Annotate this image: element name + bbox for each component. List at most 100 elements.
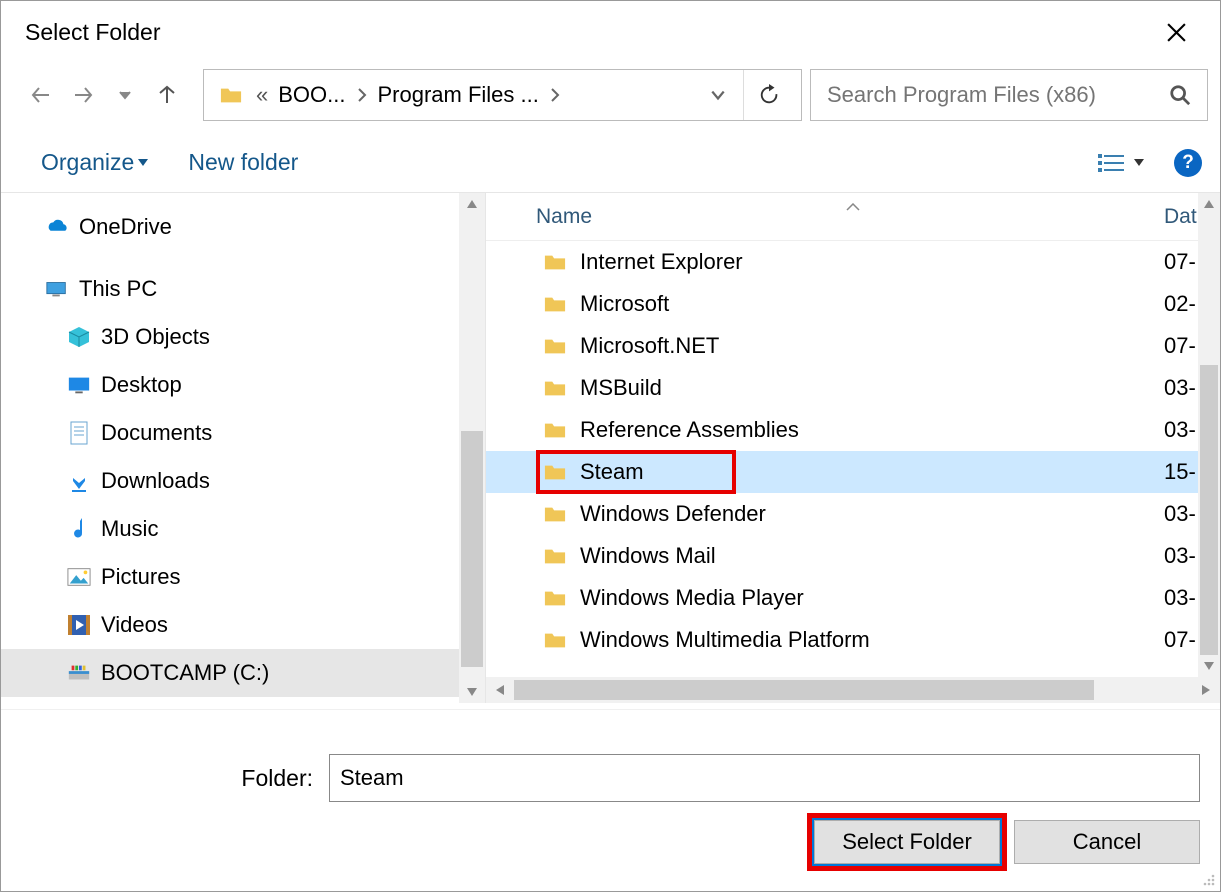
breadcrumb-seg-1[interactable]: BOO... xyxy=(274,82,349,108)
file-name: Windows Media Player xyxy=(580,585,1164,611)
tree-item-music[interactable]: Music xyxy=(1,505,485,553)
close-button[interactable] xyxy=(1152,8,1200,56)
scroll-thumb[interactable] xyxy=(1200,365,1218,655)
desktop-icon xyxy=(67,374,91,396)
tree-scrollbar[interactable] xyxy=(459,193,485,703)
footer: Folder: Select Folder Cancel xyxy=(1,709,1220,891)
recent-dropdown[interactable] xyxy=(107,77,143,113)
tree-item-label: Videos xyxy=(101,612,168,638)
cancel-button[interactable]: Cancel xyxy=(1014,820,1200,864)
scroll-thumb[interactable] xyxy=(514,680,1094,700)
tree-item-label: OneDrive xyxy=(79,214,172,240)
tree-item-desktop[interactable]: Desktop xyxy=(1,361,485,409)
tree-item-label: 3D Objects xyxy=(101,324,210,350)
file-row[interactable]: Windows Defender03- xyxy=(486,493,1220,535)
pc-icon xyxy=(45,278,69,300)
file-name: Windows Defender xyxy=(580,501,1164,527)
pictures-icon xyxy=(67,566,91,588)
scroll-down-icon[interactable] xyxy=(1198,655,1220,677)
folder-name-input[interactable] xyxy=(329,754,1200,802)
help-button[interactable]: ? xyxy=(1174,149,1202,177)
nav-row: « BOO... Program Files ... xyxy=(1,63,1220,133)
breadcrumb-seg-2[interactable]: Program Files ... xyxy=(374,82,543,108)
file-name: Reference Assemblies xyxy=(580,417,1164,443)
organize-label: Organize xyxy=(41,149,134,176)
file-row[interactable]: Microsoft.NET07- xyxy=(486,325,1220,367)
file-vscrollbar[interactable] xyxy=(1198,193,1220,677)
docs-icon xyxy=(67,422,91,444)
file-name: Internet Explorer xyxy=(580,249,1164,275)
tree-item-downloads[interactable]: Downloads xyxy=(1,457,485,505)
tree-item-label: Music xyxy=(101,516,158,542)
file-row[interactable]: Internet Explorer07- xyxy=(486,241,1220,283)
search-input[interactable] xyxy=(827,70,1169,120)
tree-item-label: BOOTCAMP (C:) xyxy=(101,660,269,686)
tree-item-pictures[interactable]: Pictures xyxy=(1,553,485,601)
chevron-right-icon xyxy=(543,87,567,103)
file-row[interactable]: Steam15- xyxy=(486,451,1220,493)
search-icon xyxy=(1169,84,1191,106)
tree-item-onedrive[interactable]: OneDrive xyxy=(1,203,485,251)
address-history-dropdown[interactable] xyxy=(693,70,743,120)
new-folder-button[interactable]: New folder xyxy=(188,149,298,176)
downloads-icon xyxy=(67,470,91,492)
3d-icon xyxy=(67,326,91,348)
search-box[interactable] xyxy=(810,69,1208,121)
file-hscrollbar[interactable] xyxy=(486,677,1220,703)
onedrive-icon xyxy=(45,216,69,238)
nav-tree: OneDrive This PC 3D Objects Desktop Document… xyxy=(1,193,485,703)
body: OneDrive This PC 3D Objects Desktop Document… xyxy=(1,193,1220,703)
file-row[interactable]: Windows Multimedia Platform07- xyxy=(486,619,1220,661)
resize-grip-icon[interactable] xyxy=(1200,871,1216,887)
tree-item-this-pc[interactable]: This PC xyxy=(1,265,485,313)
folder-icon xyxy=(220,85,242,105)
file-name: MSBuild xyxy=(580,375,1164,401)
chevron-right-icon xyxy=(350,87,374,103)
chevron-down-icon xyxy=(138,159,148,167)
scroll-left-icon[interactable] xyxy=(486,677,514,703)
file-row[interactable]: Reference Assemblies03- xyxy=(486,409,1220,451)
help-icon: ? xyxy=(1182,152,1194,174)
toolbar: Organize New folder ? xyxy=(1,133,1220,193)
column-headers: Name Dat xyxy=(486,193,1220,241)
button-row: Select Folder Cancel xyxy=(1,812,1220,872)
new-folder-label: New folder xyxy=(188,149,298,176)
refresh-button[interactable] xyxy=(743,70,793,120)
file-row[interactable]: Microsoft02- xyxy=(486,283,1220,325)
view-mode-button[interactable] xyxy=(1098,152,1144,174)
breadcrumb-prefix: « xyxy=(250,82,274,108)
sort-indicator-icon xyxy=(846,193,860,217)
scroll-down-icon[interactable] xyxy=(459,681,485,703)
scroll-right-icon[interactable] xyxy=(1192,677,1220,703)
list-view-icon xyxy=(1098,152,1126,174)
scroll-up-icon[interactable] xyxy=(1198,193,1220,215)
forward-button[interactable] xyxy=(65,77,101,113)
videos-icon xyxy=(67,614,91,636)
file-name: Microsoft.NET xyxy=(580,333,1164,359)
folder-name-row: Folder: xyxy=(1,710,1220,812)
tree-item-label: This PC xyxy=(79,276,157,302)
file-row[interactable]: Windows Mail03- xyxy=(486,535,1220,577)
organize-menu[interactable]: Organize xyxy=(41,149,148,176)
address-bar[interactable]: « BOO... Program Files ... xyxy=(203,69,802,121)
back-button[interactable] xyxy=(23,77,59,113)
file-row[interactable]: Windows Media Player03- xyxy=(486,577,1220,619)
drive-icon xyxy=(67,662,91,684)
tree-item-3d-objects[interactable]: 3D Objects xyxy=(1,313,485,361)
folder-label: Folder: xyxy=(21,765,321,792)
title-bar: Select Folder xyxy=(1,1,1220,63)
select-folder-button[interactable]: Select Folder xyxy=(814,820,1000,864)
tree-item-bootcamp-c-[interactable]: BOOTCAMP (C:) xyxy=(1,649,485,697)
tree-item-label: Pictures xyxy=(101,564,180,590)
scroll-thumb[interactable] xyxy=(461,431,483,667)
chevron-down-icon xyxy=(1134,159,1144,167)
file-name: Windows Multimedia Platform xyxy=(580,627,1164,653)
scroll-up-icon[interactable] xyxy=(459,193,485,215)
tree-item-documents[interactable]: Documents xyxy=(1,409,485,457)
file-row[interactable]: MSBuild03- xyxy=(486,367,1220,409)
up-button[interactable] xyxy=(149,77,185,113)
tree-item-label: Documents xyxy=(101,420,212,446)
tree-item-videos[interactable]: Videos xyxy=(1,601,485,649)
nav-arrows xyxy=(13,77,195,113)
tree-item-label: Desktop xyxy=(101,372,182,398)
